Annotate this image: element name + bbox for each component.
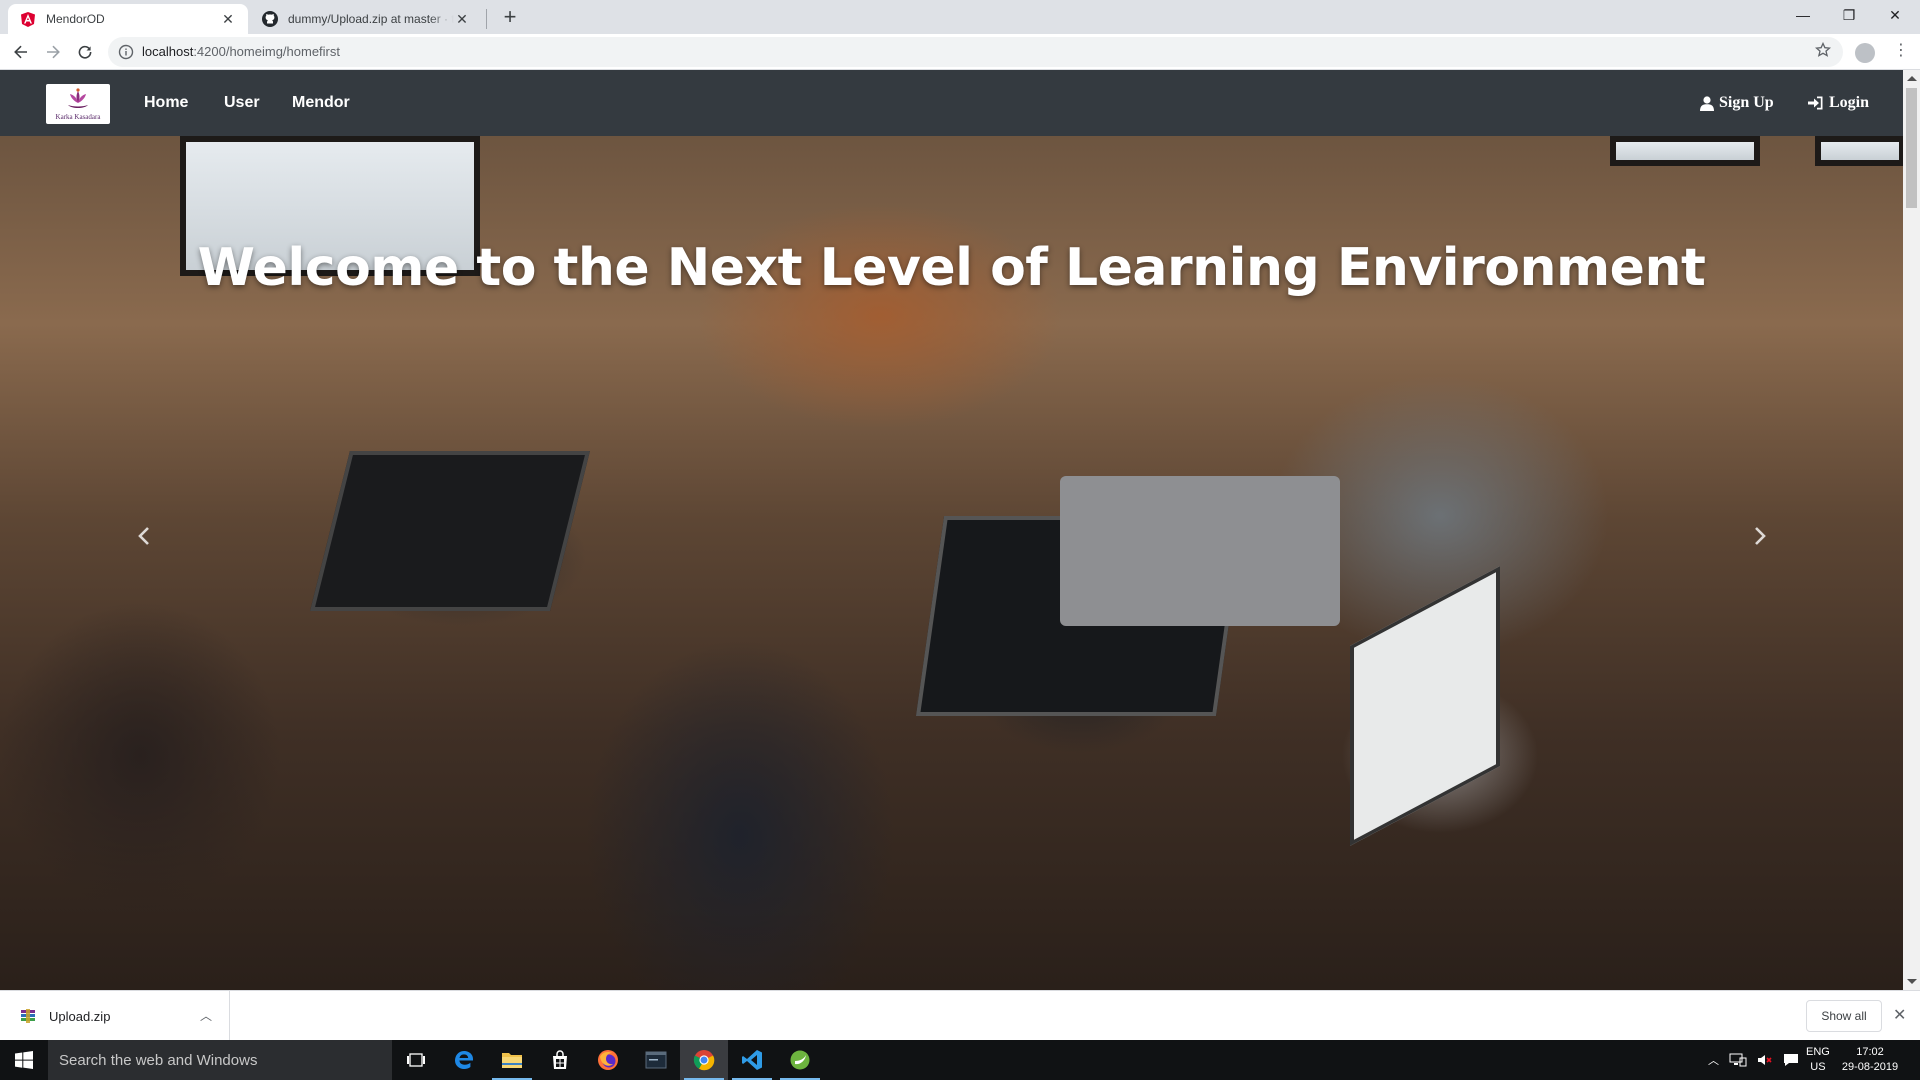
carousel-prev-icon[interactable] [124, 516, 164, 556]
laptop-back [1060, 476, 1340, 626]
laptop-screen [310, 451, 590, 611]
edge-icon[interactable] [440, 1040, 488, 1080]
tab-close-icon[interactable]: ✕ [454, 11, 470, 28]
close-window-button[interactable]: ✕ [1872, 0, 1918, 30]
network-icon[interactable] [1729, 1053, 1747, 1067]
zip-file-icon [20, 1008, 36, 1024]
show-all-button[interactable]: Show all [1806, 1000, 1882, 1032]
search-placeholder: Search the web and Windows [59, 1052, 258, 1069]
tab-mendorod[interactable]: MendorOD ✕ [8, 4, 248, 34]
nav-user-link[interactable]: User [224, 94, 260, 112]
scroll-down-icon[interactable] [1907, 979, 1917, 984]
new-tab-button[interactable]: + [496, 4, 524, 32]
nav-home-link[interactable]: Home [144, 94, 188, 112]
spring-tool-icon[interactable] [776, 1040, 824, 1080]
forward-icon[interactable] [41, 40, 65, 64]
carousel-next-icon[interactable] [1740, 516, 1780, 556]
address-bar[interactable]: localhost:4200/homeimg/homefirst [108, 37, 1843, 67]
brand-logo[interactable]: Karka Kasadara [46, 84, 110, 124]
background-window [1815, 136, 1903, 166]
file-explorer-icon[interactable] [488, 1040, 536, 1080]
info-icon[interactable] [118, 44, 134, 60]
bookmark-star-icon[interactable] [1814, 41, 1832, 63]
browser-menu-icon[interactable]: ⋮ [1893, 40, 1909, 60]
chevron-up-icon[interactable]: ︿ [1708, 1052, 1719, 1068]
chrome-icon[interactable] [680, 1040, 728, 1080]
system-tray: ︿ [1708, 1040, 1799, 1080]
browser-tab-strip: MendorOD ✕ dummy/Upload.zip at master · … [0, 0, 1920, 34]
lotus-logo-icon [68, 87, 88, 108]
windows-taskbar: Search the web and Windows ︿ ENG US 17:0… [0, 1040, 1920, 1080]
url-text: localhost:4200/homeimg/homefirst [142, 44, 340, 59]
language-code: ENG [1806, 1046, 1830, 1058]
profile-avatar[interactable] [1855, 43, 1875, 63]
maximize-button[interactable]: ❐ [1826, 0, 1872, 30]
windows-start-icon[interactable] [0, 1040, 48, 1080]
hero-carousel: Welcome to the Next Level of Learning En… [0, 136, 1903, 990]
hero-headline: Welcome to the Next Level of Learning En… [197, 238, 1706, 298]
keyboard-region: US [1810, 1061, 1826, 1073]
tab-title: dummy/Upload.zip at master · th [288, 12, 454, 26]
user-icon [1700, 95, 1714, 111]
nav-mendor-link[interactable]: Mendor [292, 94, 350, 112]
page-viewport: Karka Kasadara Home User Mendor Sign Up … [0, 70, 1903, 990]
github-icon [262, 11, 278, 27]
close-shelf-icon[interactable]: ✕ [1893, 1005, 1906, 1025]
language-indicator[interactable]: ENG US [1806, 1045, 1830, 1075]
download-item[interactable]: Upload.zip ︿ [0, 991, 230, 1041]
download-shelf: Upload.zip ︿ Show all ✕ [0, 990, 1920, 1041]
laptop-screen [1350, 566, 1500, 846]
volume-muted-icon[interactable] [1757, 1053, 1773, 1067]
firefox-icon[interactable] [584, 1040, 632, 1080]
tab-github[interactable]: dummy/Upload.zip at master · th ✕ [250, 4, 482, 34]
url-host: localhost [142, 44, 194, 59]
taskbar-search-input[interactable]: Search the web and Windows [48, 1040, 392, 1080]
tab-title: MendorOD [46, 12, 105, 26]
page-scrollbar[interactable] [1903, 70, 1920, 990]
download-file-name: Upload.zip [49, 1009, 111, 1024]
signup-label: Sign Up [1719, 94, 1774, 111]
tab-separator [486, 9, 487, 29]
angular-icon [20, 11, 36, 27]
vscode-icon[interactable] [728, 1040, 776, 1080]
background-window [1610, 136, 1760, 166]
clock-date: 29-08-2019 [1841, 1061, 1899, 1073]
chevron-up-icon[interactable]: ︿ [200, 1007, 212, 1024]
reload-icon[interactable] [73, 40, 97, 64]
signup-link[interactable]: Sign Up [1700, 94, 1774, 112]
minimize-button[interactable]: — [1780, 0, 1826, 30]
scroll-thumb[interactable] [1906, 88, 1917, 208]
browser-toolbar: localhost:4200/homeimg/homefirst [0, 34, 1920, 70]
tab-close-icon[interactable]: ✕ [220, 11, 236, 28]
store-icon[interactable] [536, 1040, 584, 1080]
login-icon [1808, 96, 1823, 110]
scroll-up-icon[interactable] [1907, 76, 1917, 81]
back-icon[interactable] [9, 40, 33, 64]
task-view-icon[interactable] [392, 1040, 440, 1080]
action-center-icon[interactable] [1783, 1053, 1799, 1067]
terminal-app-icon[interactable] [632, 1040, 680, 1080]
brand-text: Karka Kasadara [55, 112, 101, 121]
login-label: Login [1829, 94, 1870, 111]
url-path: :4200/homeimg/homefirst [193, 44, 340, 59]
clock-time: 17:02 [1856, 1046, 1884, 1058]
app-navbar: Karka Kasadara Home User Mendor Sign Up … [0, 70, 1903, 136]
login-link[interactable]: Login [1808, 94, 1869, 112]
taskbar-clock[interactable]: 17:02 29-08-2019 [1838, 1045, 1902, 1075]
